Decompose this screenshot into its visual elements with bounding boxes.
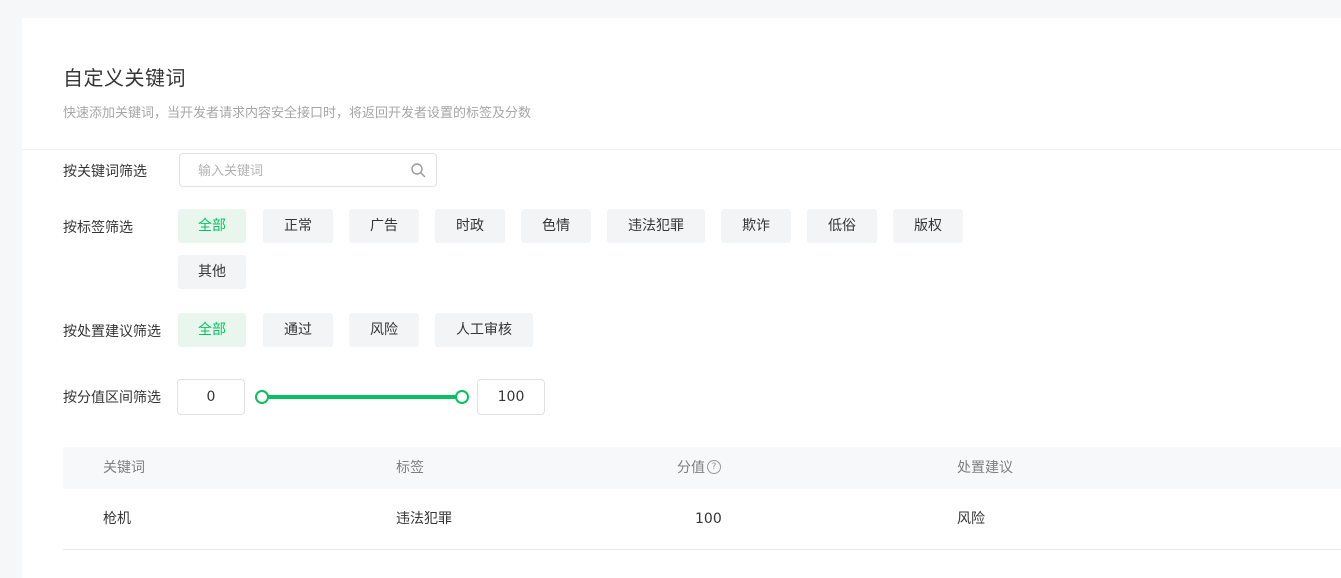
page-description: 快速添加关键词，当开发者请求内容安全接口时，将返回开发者设置的标签及分数 [63, 106, 532, 121]
tag-chip-crime[interactable]: 违法犯罪 [607, 209, 705, 243]
column-header-tag: 标签 [396, 460, 424, 476]
tag-chip-ad[interactable]: 广告 [349, 209, 419, 243]
suggestion-filter-label: 按处置建议筛选 [63, 324, 161, 340]
tag-chip-vulgar[interactable]: 低俗 [807, 209, 877, 243]
tag-chip-other[interactable]: 其他 [178, 255, 246, 289]
column-header-score-label: 分值 [677, 460, 705, 476]
score-min-input[interactable]: 0 [177, 379, 245, 415]
tag-chip-politics[interactable]: 时政 [435, 209, 505, 243]
score-max-input[interactable]: 100 [477, 379, 545, 415]
suggestion-chip-pass[interactable]: 通过 [263, 313, 333, 347]
keyword-card: 自定义关键词 快速添加关键词，当开发者请求内容安全接口时，将返回开发者设置的标签… [22, 18, 1341, 578]
table-row: 枪机 违法犯罪 100 风险 [63, 489, 1341, 550]
tag-chip-normal[interactable]: 正常 [263, 209, 333, 243]
keyword-search-input[interactable] [196, 154, 400, 188]
suggestion-chip-manual-review[interactable]: 人工审核 [435, 313, 533, 347]
help-icon[interactable]: ? [707, 460, 721, 474]
keyword-filter-label: 按关键词筛选 [63, 164, 147, 180]
suggestion-chip-all[interactable]: 全部 [178, 313, 246, 347]
header-divider [22, 149, 1341, 150]
tag-chip-all[interactable]: 全部 [178, 209, 246, 243]
cell-score: 100 [695, 511, 722, 527]
cell-suggestion: 风险 [957, 511, 985, 527]
tag-filter-label: 按标签筛选 [63, 220, 133, 236]
suggestion-chip-risk[interactable]: 风险 [349, 313, 419, 347]
page-title: 自定义关键词 [63, 66, 186, 90]
score-filter-label: 按分值区间筛选 [63, 390, 161, 406]
column-header-keyword: 关键词 [103, 460, 145, 476]
column-header-suggestion: 处置建议 [957, 460, 1013, 476]
tag-chip-fraud[interactable]: 欺诈 [721, 209, 791, 243]
table-header: 关键词 标签 分值? 处置建议 [63, 447, 1341, 489]
cell-keyword: 枪机 [103, 511, 131, 527]
column-header-score: 分值? [677, 447, 721, 489]
tag-chip-copyright[interactable]: 版权 [893, 209, 963, 243]
score-slider-track[interactable] [260, 395, 460, 399]
keyword-search-box[interactable] [179, 153, 437, 188]
score-slider-min-handle[interactable] [255, 390, 269, 404]
tag-chip-porn[interactable]: 色情 [521, 209, 591, 243]
cell-tag: 违法犯罪 [396, 511, 452, 527]
search-icon[interactable] [410, 162, 426, 178]
score-slider-max-handle[interactable] [455, 390, 469, 404]
